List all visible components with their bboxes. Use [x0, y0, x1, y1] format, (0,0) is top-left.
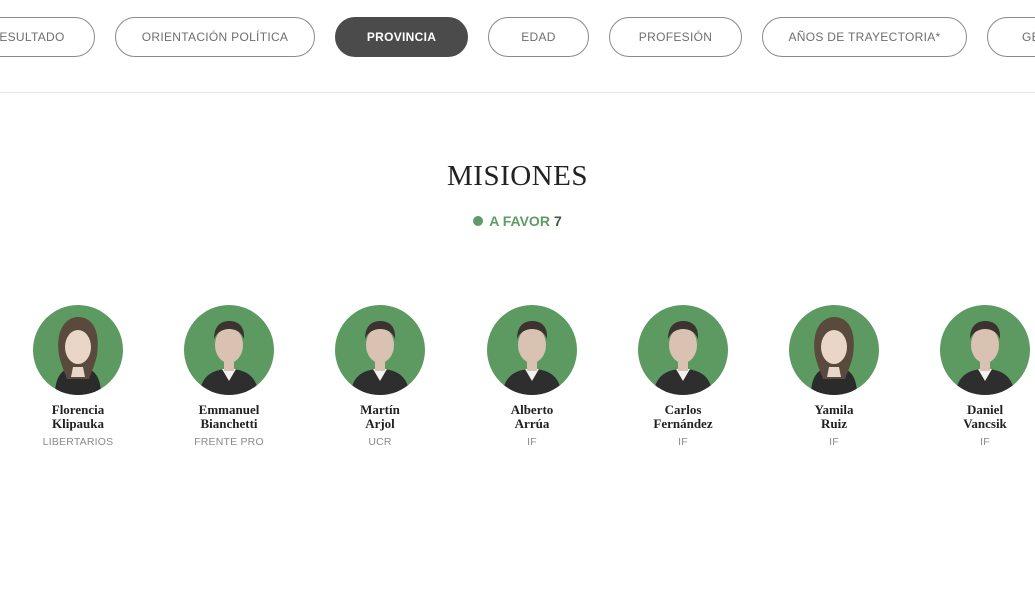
- man-portrait: [335, 305, 425, 395]
- legislator-card[interactable]: Alberto Arrúa IF: [467, 305, 597, 448]
- legislator-card[interactable]: Carlos Fernández IF: [618, 305, 748, 448]
- legislator-name: Yamila Ruiz: [769, 403, 899, 431]
- legislator-party: IF: [829, 436, 839, 448]
- legislator-first-name: Florencia: [51, 402, 105, 417]
- tab-genero[interactable]: GÉNERO: [987, 17, 1035, 57]
- tab-orientacion-politica[interactable]: ORIENTACIÓN POLÍTICA: [115, 17, 315, 57]
- legislator-name: Emmanuel Bianchetti: [164, 403, 294, 431]
- legislator-card[interactable]: Daniel Vancsik IF: [920, 305, 1035, 448]
- woman-portrait: [789, 305, 879, 395]
- vote-count: 7: [553, 213, 562, 229]
- legislator-first-name: Emmanuel: [198, 402, 260, 417]
- legislator-party: UCR: [368, 436, 392, 448]
- legislator-card[interactable]: Emmanuel Bianchetti FRENTE PRO: [164, 305, 294, 448]
- tab-provincia[interactable]: PROVINCIA: [335, 17, 468, 57]
- man-portrait: [487, 305, 577, 395]
- woman-portrait: [33, 305, 123, 395]
- man-portrait: [940, 305, 1030, 395]
- legislator-card[interactable]: Martín Arjol UCR: [315, 305, 445, 448]
- legislator-name: Daniel Vancsik: [920, 403, 1035, 431]
- legislator-first-name: Martín: [360, 402, 400, 417]
- legislator-card[interactable]: Yamila Ruiz IF: [769, 305, 899, 448]
- legislator-last-name: Vancsik: [963, 416, 1007, 431]
- legislator-last-name: Fernández: [653, 416, 713, 431]
- legislator-last-name: Klipauka: [51, 416, 105, 431]
- filter-tabs: RESULTADO ORIENTACIÓN POLÍTICA PROVINCIA…: [0, 0, 1035, 93]
- legislator-party: IF: [678, 436, 688, 448]
- tab-resultado[interactable]: RESULTADO: [0, 17, 95, 57]
- legislator-party: LIBERTARIOS: [42, 436, 114, 448]
- tab-profesion[interactable]: PROFESIÓN: [609, 17, 742, 57]
- legislator-first-name: Alberto: [510, 402, 554, 417]
- man-portrait: [638, 305, 728, 395]
- province-title: MISIONES: [447, 160, 588, 192]
- tab-anos-de-trayectoria[interactable]: AÑOS DE TRAYECTORIA*: [762, 17, 967, 57]
- legislator-party: IF: [980, 436, 990, 448]
- legislator-party: IF: [527, 436, 537, 448]
- legislator-last-name: Arrúa: [514, 416, 550, 431]
- tab-edad[interactable]: EDAD: [488, 17, 589, 57]
- legislator-party: FRENTE PRO: [194, 436, 264, 448]
- legislator-name: Alberto Arrúa: [467, 403, 597, 431]
- vote-dot-icon: [473, 216, 484, 226]
- vote-label: A FAVOR: [489, 213, 550, 229]
- legislator-first-name: Daniel: [966, 402, 1004, 417]
- legislator-first-name: Yamila: [814, 402, 854, 417]
- legislator-name: Carlos Fernández: [618, 403, 748, 431]
- legislator-name: Martín Arjol: [315, 403, 445, 431]
- legislator-first-name: Carlos: [664, 402, 702, 417]
- man-portrait: [184, 305, 274, 395]
- legislator-last-name: Ruiz: [821, 416, 847, 431]
- legislator-name: Florencia Klipauka: [13, 403, 143, 431]
- legislator-last-name: Arjol: [365, 416, 395, 431]
- legislator-last-name: Bianchetti: [200, 416, 258, 431]
- legislator-card[interactable]: Florencia Klipauka LIBERTARIOS: [13, 305, 143, 448]
- vote-summary: A FAVOR 7: [0, 213, 1035, 229]
